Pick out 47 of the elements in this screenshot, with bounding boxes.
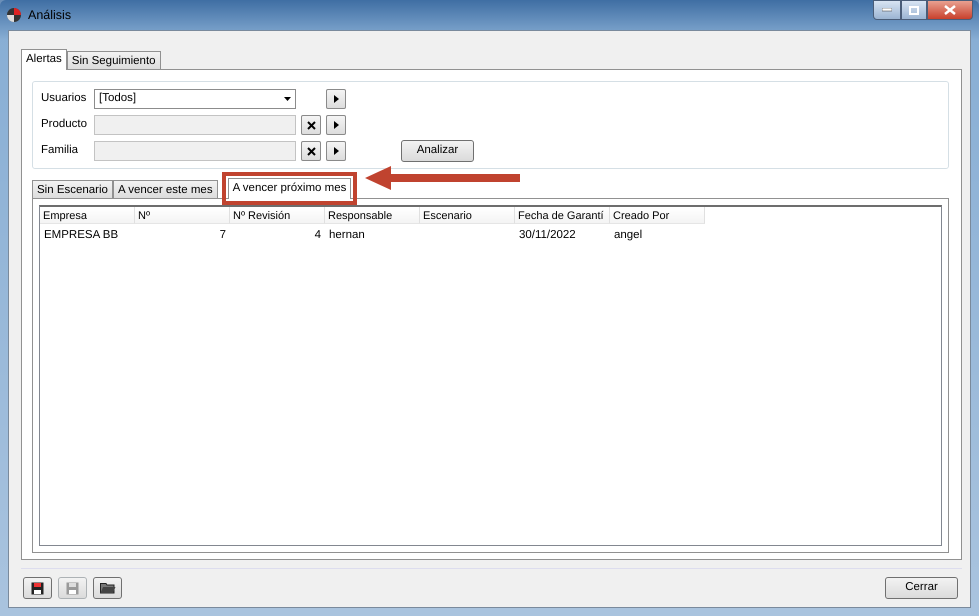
column-header[interactable]: Empresa <box>40 207 135 224</box>
table-cell-text: angel <box>613 228 644 243</box>
close-icon <box>944 5 956 15</box>
window-title: Análisis <box>28 6 72 24</box>
column-header[interactable]: Responsable <box>325 207 420 224</box>
dropdown-field[interactable]: [Todos] <box>94 89 296 109</box>
field-label: Producto <box>41 117 88 132</box>
clear-button[interactable] <box>301 115 321 135</box>
save-button[interactable] <box>23 577 52 599</box>
clear-icon <box>306 120 316 130</box>
column-header[interactable]: Escenario <box>420 207 515 224</box>
table-cell-text: 30/11/2022 <box>518 228 577 243</box>
play-arrow-icon <box>334 147 338 155</box>
column-header[interactable]: Fecha de Garantí <box>515 207 610 224</box>
tab[interactable]: Alertas <box>21 49 67 70</box>
tab[interactable]: A vencer este mes <box>112 180 218 198</box>
maximize-button[interactable] <box>901 0 927 20</box>
field-label: Usuarios <box>41 91 88 106</box>
select-button[interactable] <box>326 141 346 161</box>
tab[interactable]: Sin Seguimiento <box>66 51 161 69</box>
input-field[interactable] <box>94 115 296 135</box>
play-arrow-icon <box>334 121 338 129</box>
column-header[interactable]: Nº Revisión <box>230 207 325 224</box>
play-arrow-icon <box>334 95 338 103</box>
minimize-icon <box>882 8 892 12</box>
field-label: Familia <box>41 143 80 158</box>
dropdown-caret-icon <box>284 97 291 101</box>
column-header[interactable]: Nº <box>135 207 230 224</box>
app-logo-icon <box>6 7 22 23</box>
minimize-button[interactable] <box>873 0 901 20</box>
table-cell-text: EMPRESA BB <box>43 228 120 243</box>
close-button[interactable]: Cerrar <box>885 577 958 599</box>
maximize-icon <box>909 6 919 14</box>
table-cell-text: 7 <box>218 228 227 243</box>
column-header[interactable]: Creado Por <box>610 207 705 224</box>
select-button[interactable] <box>326 89 346 109</box>
tab[interactable]: Sin Escenario <box>32 180 113 198</box>
folder-icon <box>100 582 116 594</box>
close-window-button[interactable] <box>927 0 973 20</box>
table-cell-text: hernan <box>328 228 366 243</box>
open-button[interactable] <box>93 577 122 599</box>
clear-button[interactable] <box>301 141 321 161</box>
table-cell-text: 4 <box>314 228 322 243</box>
clear-icon <box>306 146 316 156</box>
select-button[interactable] <box>326 115 346 135</box>
input-field[interactable] <box>94 141 296 161</box>
analyze-button[interactable]: Analizar <box>401 140 474 162</box>
